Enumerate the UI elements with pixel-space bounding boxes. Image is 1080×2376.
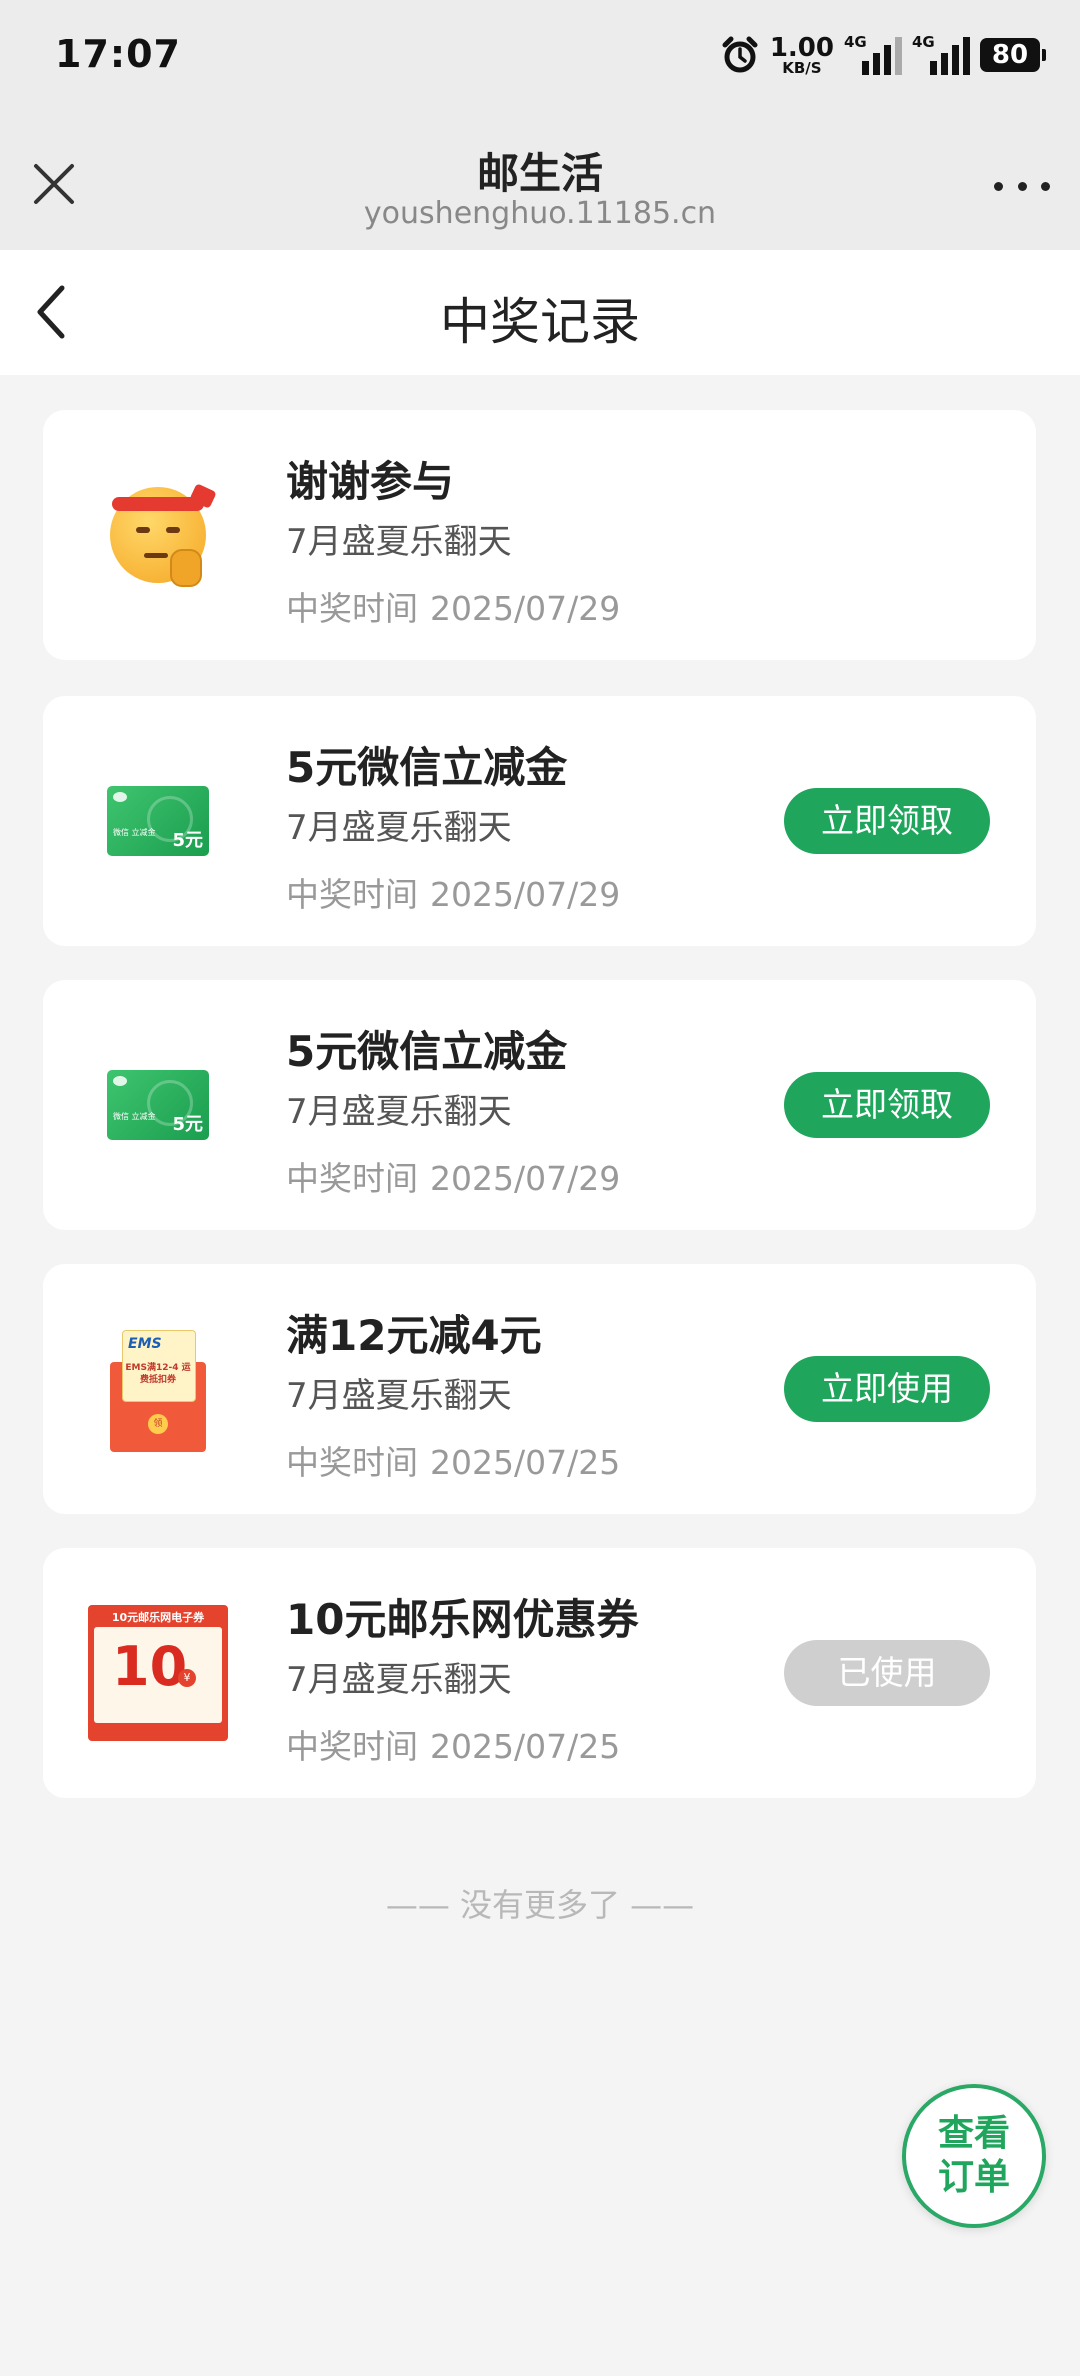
prize-time: 中奖时间 2025/07/29 [286,589,621,628]
claim-button[interactable]: 立即领取 [784,1072,990,1138]
thumb-amount: 10 [112,1635,188,1698]
network-speed-value: 1.00 [769,32,834,63]
thinking-emoji-icon [110,483,217,587]
thumb: 微信 立减金 5元 [83,1030,233,1180]
activity-name: 7月盛夏乐翻天 [286,1376,512,1416]
battery-icon: 80 [980,38,1046,72]
prize-record-card: EMS EMS满12-4 运费抵扣券 领 满12元减4元 7月盛夏乐翻天 中奖时… [43,1264,1036,1514]
page-nav: 中奖记录 [0,250,1080,375]
thumb: 10元邮乐网电子券 10 ¥ [83,1598,233,1748]
site-url: youshenghuo.11185.cn [363,196,717,231]
activity-name: 7月盛夏乐翻天 [286,1660,512,1700]
no-more-text: —— 没有更多了 —— [385,1886,695,1924]
prize-title: 5元微信立减金 [286,1027,568,1076]
prize-time: 中奖时间 2025/07/29 [286,1159,621,1198]
webview-header: 邮生活 youshenghuo.11185.cn [0,120,1080,250]
network-speed: 1.00 KB/S [770,35,834,76]
thumb-header: 10元邮乐网电子券 [111,1611,205,1624]
use-now-button[interactable]: 立即使用 [784,1356,990,1422]
wechat-pay-card-icon: 微信 立减金 5元 [107,1070,209,1140]
thumb: 微信 立减金 5元 [83,746,233,896]
prize-record-card: 微信 立减金 5元 5元微信立减金 7月盛夏乐翻天 中奖时间 2025/07/29… [43,980,1036,1230]
prize-record-card: 微信 立减金 5元 5元微信立减金 7月盛夏乐翻天 中奖时间 2025/07/29… [43,696,1036,946]
site-title: 邮生活 [476,149,603,198]
thumb: EMS EMS满12-4 运费抵扣券 领 [83,1314,233,1464]
thumb [83,460,233,610]
prize-record-card: 谢谢参与 7月盛夏乐翻天 中奖时间 2025/07/29 [43,410,1036,660]
network-speed-unit: KB/S [782,58,822,77]
more-options-icon[interactable] [994,176,1050,196]
used-button: 已使用 [784,1640,990,1706]
thumb-amount: 5元 [172,830,203,851]
thumb-seal: 领 [148,1414,168,1434]
wechat-pay-card-icon: 微信 立减金 5元 [107,786,209,856]
thumb-text: EMS满12-4 运费抵扣券 [125,1363,191,1385]
thumb-currency: ¥ [178,1669,196,1687]
view-orders-label: 查看订单 [937,2113,1010,2198]
claim-button[interactable]: 立即领取 [784,788,990,854]
prize-time: 中奖时间 2025/07/29 [286,875,621,914]
ems-coupon-envelope-icon: EMS EMS满12-4 运费抵扣券 领 [110,1326,206,1452]
prize-record-card: 10元邮乐网电子券 10 ¥ 10元邮乐网优惠券 7月盛夏乐翻天 中奖时间 202… [43,1548,1036,1798]
status-bar: 17:07 1.00 KB/S 4G 4G 80 [0,0,1080,120]
thumb-text: 微信 立减金 [113,1112,156,1121]
prize-title: 谢谢参与 [286,457,455,506]
thumb-brand: EMS [128,1336,162,1352]
prize-title: 5元微信立减金 [286,743,568,792]
signal-tag: 4G [844,33,867,51]
prize-title: 满12元减4元 [286,1311,542,1360]
youle-coupon-icon: 10元邮乐网电子券 10 ¥ [88,1605,228,1741]
prize-time: 中奖时间 2025/07/25 [286,1443,621,1482]
signal-icon: 4G [844,33,902,75]
alarm-icon [722,36,758,73]
activity-name: 7月盛夏乐翻天 [286,522,512,562]
prize-title: 10元邮乐网优惠券 [286,1595,639,1644]
status-icons: 1.00 KB/S 4G 4G 80 [720,30,1046,80]
view-orders-button[interactable]: 查看订单 [902,2084,1046,2228]
prize-time: 中奖时间 2025/07/25 [286,1727,621,1766]
signal-tag: 4G [912,33,935,51]
activity-name: 7月盛夏乐翻天 [286,1092,512,1132]
activity-name: 7月盛夏乐翻天 [286,808,512,848]
thumb-amount: 5元 [172,1114,203,1135]
page-title: 中奖记录 [440,293,640,351]
thumb-text: 微信 立减金 [113,828,156,837]
status-time: 17:07 [55,32,181,76]
signal-icon: 4G [912,33,970,75]
